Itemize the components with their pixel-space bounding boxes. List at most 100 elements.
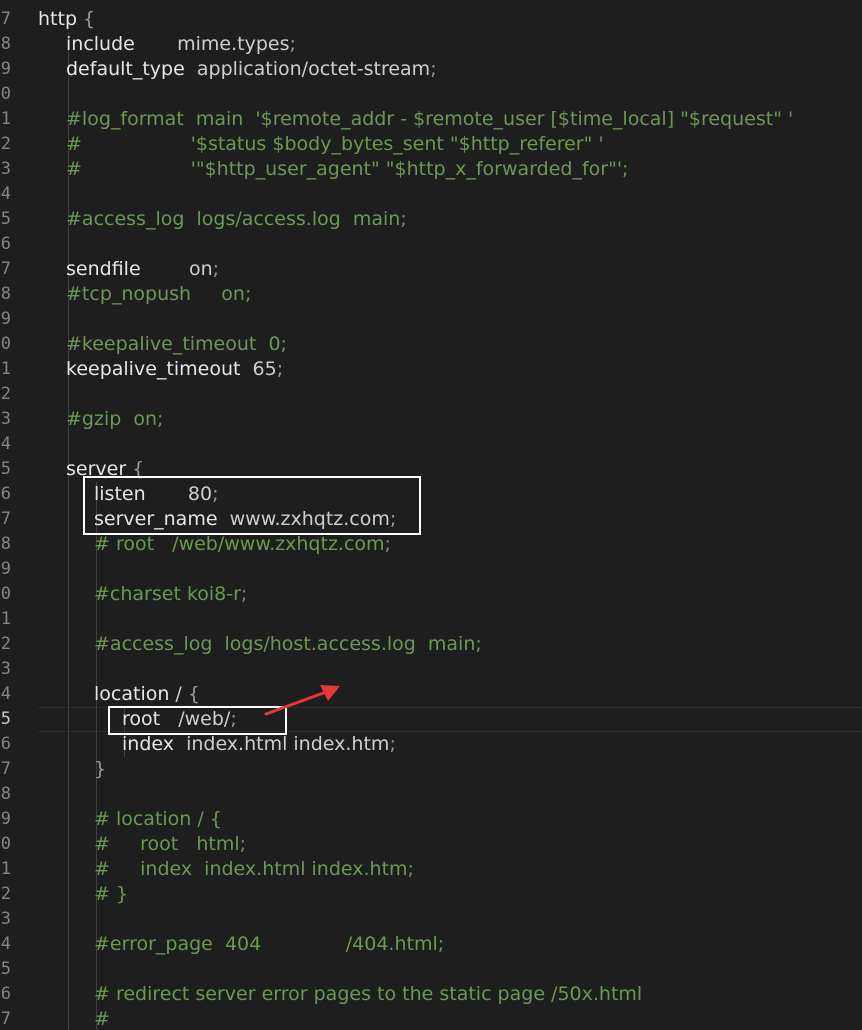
code-token: keepalive_timeout: [66, 358, 241, 380]
code-line[interactable]: sendfile on;: [66, 257, 219, 282]
code-line[interactable]: # root html;: [94, 832, 246, 857]
code-line[interactable]: #access_log logs/access.log main;: [66, 207, 407, 232]
annotation-box-server-block: [83, 476, 421, 535]
code-token: {: [187, 683, 200, 705]
code-line[interactable]: #log_format main '$remote_addr - $remote…: [66, 107, 793, 132]
line-number: 0: [0, 84, 11, 104]
code-token: mime.types: [134, 33, 290, 55]
code-token: ;: [430, 58, 437, 80]
code-token: http: [38, 8, 78, 30]
code-comment: # root html;: [94, 833, 247, 855]
line-number: 6: [0, 234, 11, 254]
code-comment: #tcp_nopush on;: [66, 283, 252, 305]
annotation-arrow-icon: [264, 685, 340, 716]
code-line[interactable]: #keepalive_timeout 0;: [66, 332, 287, 357]
line-number: 9: [0, 559, 11, 579]
line-number: 2: [0, 134, 11, 154]
code-line[interactable]: location / {: [94, 682, 200, 707]
code-comment: #charset koi8-r;: [94, 583, 248, 605]
line-number: 2: [0, 384, 11, 404]
code-line[interactable]: #gzip on;: [66, 407, 163, 432]
line-number: 5: [0, 959, 11, 979]
code-line[interactable]: # }: [94, 882, 128, 907]
code-token: sendfile: [66, 258, 141, 280]
code-line[interactable]: #charset koi8-r;: [94, 582, 247, 607]
code-token: ;: [212, 258, 220, 280]
code-token: on: [140, 258, 213, 280]
line-number: 2: [0, 634, 11, 654]
code-line[interactable]: include mime.types;: [66, 32, 296, 57]
code-line[interactable]: #tcp_nopush on;: [66, 282, 251, 307]
line-number: 3: [0, 409, 11, 429]
line-number: 2: [0, 884, 11, 904]
code-token: {: [77, 8, 96, 30]
line-number: 1: [0, 109, 11, 129]
line-number: 7: [0, 1009, 11, 1029]
code-token: application/octet-stream: [184, 58, 431, 80]
code-token: 65: [240, 358, 277, 380]
code-token: default_type: [66, 58, 185, 80]
code-line[interactable]: # '$status $body_bytes_sent "$http_refer…: [66, 132, 604, 157]
code-line[interactable]: # location / {: [94, 807, 222, 832]
code-comment: #log_format main '$remote_addr - $remote…: [66, 108, 794, 130]
code-comment: #keepalive_timeout 0;: [66, 333, 287, 355]
code-comment: #access_log logs/access.log main;: [66, 208, 407, 230]
line-number-gutter: 7 8 9 0 1 2 3 4 5 6 7 8 9 0 1 2 3 4 5 6 7 8 9 0 1 2 3 4 5 6 7 8 9 0 1 2 3 4 5 6…: [0, 0, 14, 1030]
line-number: 0: [0, 584, 11, 604]
line-number: 4: [0, 934, 11, 954]
code-comment: # '$status $body_bytes_sent "$http_refer…: [66, 133, 604, 155]
line-number: 5: [0, 459, 11, 479]
line-number: 4: [0, 184, 11, 204]
line-number: 7: [0, 9, 11, 29]
code-token: }: [94, 758, 107, 780]
code-token: index.html index.htm: [173, 733, 390, 755]
code-token: include: [66, 33, 135, 55]
line-number: 7: [0, 259, 11, 279]
line-number: 8: [0, 34, 11, 54]
code-line[interactable]: }: [94, 757, 106, 782]
line-number: 1: [0, 359, 11, 379]
line-number: 3: [0, 909, 11, 929]
line-number: 8: [0, 284, 11, 304]
line-number: 5: [0, 209, 11, 229]
code-line[interactable]: default_type application/octet-stream;: [66, 57, 437, 82]
code-line[interactable]: keepalive_timeout 65;: [66, 357, 283, 382]
line-number: 8: [0, 534, 11, 554]
code-comment: # }: [94, 883, 129, 905]
code-line[interactable]: #access_log logs/host.access.log main;: [94, 632, 482, 657]
code-comment: #access_log logs/host.access.log main;: [94, 633, 482, 655]
line-number: 9: [0, 59, 11, 79]
code-line[interactable]: #error_page 404 /404.html;: [94, 932, 444, 957]
code-line[interactable]: #: [94, 1007, 110, 1030]
line-number: 4: [0, 684, 11, 704]
code-token: index: [122, 733, 174, 755]
line-number: 5: [0, 709, 11, 729]
code-token: ;: [276, 358, 284, 380]
annotation-box-root: [108, 706, 287, 735]
line-number: 9: [0, 809, 11, 829]
code-token: location: [94, 683, 170, 705]
code-line[interactable]: # '"$http_user_agent" "$http_x_forwarded…: [66, 157, 628, 182]
code-comment: #error_page 404 /404.html;: [94, 933, 445, 955]
code-comment: # '"$http_user_agent" "$http_x_forwarded…: [66, 158, 629, 180]
line-number: 6: [0, 484, 11, 504]
code-line[interactable]: index index.html index.htm;: [122, 732, 396, 757]
code-line[interactable]: # root /web/www.zxhqtz.com;: [94, 532, 391, 557]
line-number: 0: [0, 334, 11, 354]
code-editor[interactable]: 7 8 9 0 1 2 3 4 5 6 7 8 9 0 1 2 3 4 5 6 7 8 9 0 1 2 3 4 5 6 7 8 9 0 1 2 3 4 5 6…: [0, 0, 862, 1030]
line-number: 6: [0, 734, 11, 754]
code-comment: # redirect server error pages to the sta…: [94, 983, 643, 1005]
code-line[interactable]: # index index.html index.htm;: [94, 857, 414, 882]
code-comment: #: [94, 1008, 110, 1030]
line-number: 7: [0, 759, 11, 779]
code-line[interactable]: http {: [38, 7, 95, 32]
line-number: 0: [0, 834, 11, 854]
line-number: 7: [0, 509, 11, 529]
code-token: /: [169, 683, 188, 705]
code-comment: # root /web/www.zxhqtz.com;: [94, 533, 391, 555]
code-token: ;: [289, 33, 296, 55]
line-number: 1: [0, 859, 11, 879]
code-line[interactable]: # redirect server error pages to the sta…: [94, 982, 642, 1007]
line-number: 1: [0, 609, 11, 629]
code-token: ;: [389, 733, 396, 755]
